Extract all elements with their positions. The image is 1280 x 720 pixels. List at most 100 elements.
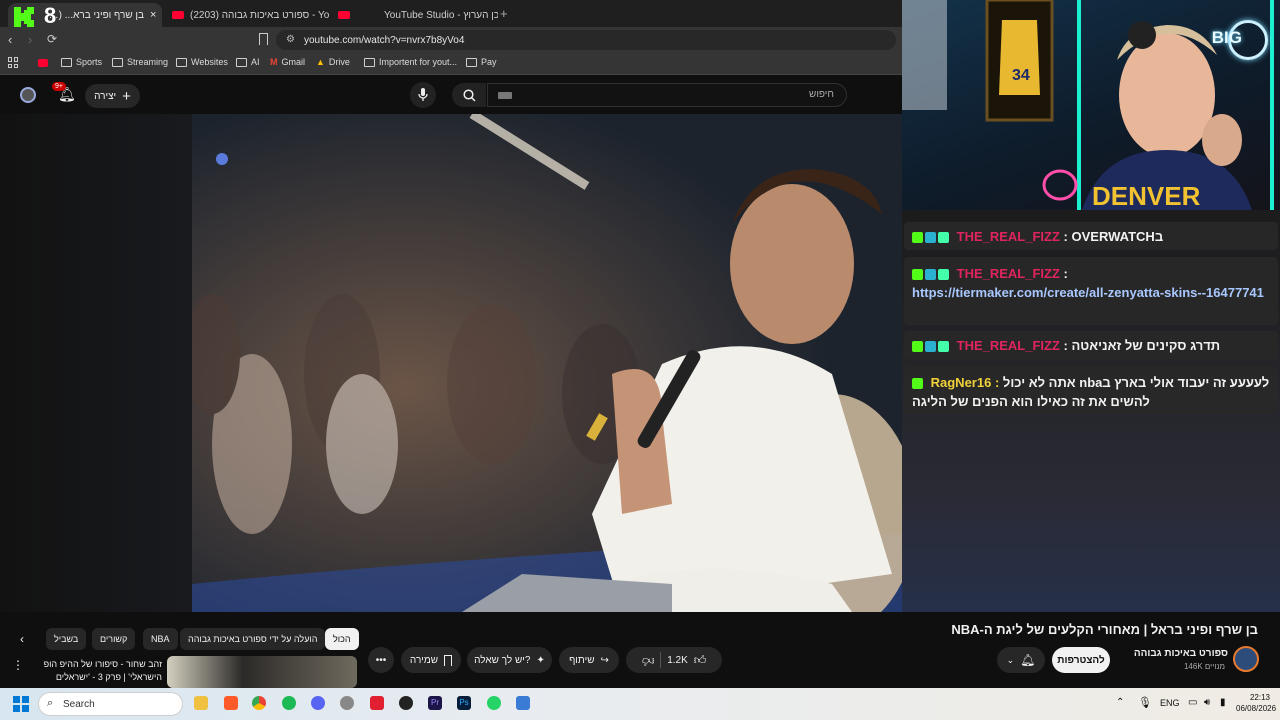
dislike-icon[interactable]: 👍︎ (642, 653, 655, 668)
chat-message: THE_REAL_FIZZ : תדרג סקינים של זאניאטה (904, 331, 1278, 359)
chat-username: THE_REAL_FIZZ (956, 338, 1060, 353)
volume-icon[interactable]: 🔊︎ (1204, 697, 1210, 708)
chip-nba[interactable]: NBA (143, 628, 178, 650)
subscribe-button[interactable]: להצטרפות (1052, 647, 1110, 673)
reload-icon[interactable]: ⟳ (47, 32, 57, 46)
notepad-icon[interactable] (516, 696, 530, 710)
tab-channel[interactable]: (2203) ספורט באיכות גבוהה - YouTube (172, 3, 332, 27)
bookmark-sports[interactable]: Sports (61, 57, 102, 67)
chip-related[interactable]: קשורים (92, 628, 136, 650)
chevron-down-icon: ⌄ (1006, 654, 1015, 665)
ask-question-button[interactable]: יש לך שאלה? ✦ (467, 647, 552, 673)
bookmark-websites[interactable]: Websites (176, 57, 228, 67)
apps-grid-icon[interactable] (8, 57, 19, 68)
whatsapp-icon[interactable] (487, 696, 501, 710)
taskbar-search-input[interactable]: ⌕ Search (38, 692, 183, 716)
youtube-favicon-icon (338, 11, 350, 19)
chip-all[interactable]: הכול (325, 628, 359, 650)
forward-icon[interactable]: › (28, 32, 32, 47)
sparkle-icon: ✦ (536, 654, 545, 666)
bookmark-icon (444, 654, 453, 666)
premiere-pro-icon[interactable]: Pr (428, 696, 442, 710)
new-tab-icon[interactable]: + (500, 6, 508, 21)
divider (660, 652, 662, 668)
gmail-icon: M (270, 57, 278, 67)
settings-gear-icon[interactable] (340, 696, 354, 710)
url-text: youtube.com/watch?v=nvrx7b8yVo4 (304, 34, 465, 46)
search-input[interactable]: חיפוש (487, 83, 847, 107)
save-button[interactable]: שמירה (401, 647, 461, 673)
suggested-more-icon[interactable]: ⋮ (12, 658, 24, 672)
clock-date: 06/08/2026 (1236, 704, 1277, 713)
chip-uploaded-by[interactable]: הועלה על ידי ספורט באיכות גבוהה (180, 628, 326, 650)
app-red-icon[interactable] (370, 696, 384, 710)
more-actions-icon[interactable]: ••• (368, 647, 394, 673)
chat-link[interactable]: https://tiermaker.com/create/all-zenyatt… (912, 285, 1264, 300)
youtube-bookmark-icon[interactable] (38, 59, 48, 67)
logo-number: 8 (44, 3, 57, 28)
file-explorer-icon[interactable] (194, 696, 208, 710)
language-indicator[interactable]: ENG (1160, 698, 1180, 708)
chat-badges (912, 269, 949, 281)
folder-icon (466, 57, 477, 67)
obs-icon[interactable] (399, 696, 413, 710)
battery-icon[interactable]: ▮ (1220, 697, 1226, 708)
bookmark-ai[interactable]: AI (236, 57, 260, 67)
clock[interactable]: 22:13 06/08/2026 (1236, 692, 1277, 714)
bookmark-streaming[interactable]: Streaming (112, 57, 168, 67)
tab-studio[interactable]: YouTube Studio - תוכן הערוץ (338, 3, 498, 27)
keyboard-icon[interactable] (498, 92, 512, 99)
share-button[interactable]: שיתוף ↪ (559, 647, 619, 673)
suggested-video-thumbnail[interactable] (167, 656, 357, 688)
photoshop-icon[interactable]: Ps (457, 696, 471, 710)
clock-time: 22:13 (1249, 693, 1270, 702)
search-icon (462, 88, 476, 102)
windows-start-icon[interactable] (13, 696, 29, 712)
chat-message: THE_REAL_FIZZ : https://tiermaker.com/cr… (904, 257, 1278, 325)
tab-title: בן שרף ופיני ברא... (2204) (44, 9, 144, 21)
back-icon[interactable]: ‹ (8, 32, 12, 47)
big-logo-text: BIG (1211, 28, 1242, 47)
chrome-icon[interactable] (252, 696, 266, 710)
bookmark-gmail[interactable]: M Gmail (270, 57, 305, 67)
address-bar-row: ‹ › ⟳ ⚙ youtube.com/watch?v=nvrx7b8yVo4 (0, 27, 902, 52)
like-count[interactable]: 1.2K (667, 655, 688, 666)
chip-for-you[interactable]: בשביל (46, 628, 87, 650)
chat-message: RagNer16 : אתה לא יכול nbaלעעעע זה יעבוד… (904, 366, 1278, 414)
video-player[interactable] (192, 114, 902, 612)
site-info-icon[interactable]: ⚙ (286, 34, 295, 45)
tab-title: (2203) ספורט באיכות גבוהה - YouTube (190, 9, 330, 21)
windows-taskbar: ⌕ Search Pr Ps ⌃ 🎙︎ ENG ▭ 🔊︎ ▮ 22:13 06/… (0, 688, 1280, 720)
channel-name[interactable]: ספורט באיכות גבוהה (1120, 648, 1228, 659)
chips-scroll-left-icon[interactable]: ‹ (20, 632, 24, 646)
chat-username: RagNer16 (930, 375, 992, 390)
tray-chevron-up-icon[interactable]: ⌃ (1116, 697, 1124, 708)
network-icon[interactable]: ▭ (1188, 697, 1197, 708)
create-button[interactable]: יצירה + (85, 84, 140, 108)
drive-icon: ▲ (316, 57, 325, 67)
subscriber-count: 146K מנויים (1183, 662, 1225, 671)
bookmark-drive[interactable]: ▲ Drive (316, 57, 350, 67)
like-icon[interactable]: 👍︎ (694, 653, 707, 668)
bookmark-important[interactable]: Importent for yout... (364, 57, 457, 67)
tab-title: YouTube Studio - תוכן הערוץ (384, 9, 498, 21)
channel-avatar[interactable] (1233, 646, 1259, 672)
spotify-icon[interactable] (282, 696, 296, 710)
close-tab-icon[interactable]: × (150, 9, 156, 21)
suggested-video-title[interactable]: זהב שחור - סיפורו של ההיפ הופ הישראלי' |… (26, 658, 162, 685)
voice-search-mic-icon[interactable] (410, 82, 436, 108)
stream-chat-overlay: THE_REAL_FIZZ : OVERWATCHב THE_REAL_FIZZ… (902, 218, 1280, 418)
video-title: בן שרף ופיני בראל | מאחורי הקלעים של ליג… (951, 622, 1258, 637)
bookmark-page-icon[interactable] (259, 33, 268, 45)
kick-logo-icon (12, 5, 36, 29)
discord-icon[interactable] (311, 696, 325, 710)
bookmark-pay[interactable]: Pay (466, 57, 497, 67)
chat-text: תדרג סקינים של זאניאטה (1071, 338, 1221, 353)
microphone-icon[interactable]: 🎙︎ (1138, 696, 1152, 709)
url-field[interactable]: ⚙ youtube.com/watch?v=nvrx7b8yVo4 (276, 30, 896, 50)
search-button[interactable] (452, 83, 486, 107)
brave-browser-icon[interactable] (224, 696, 238, 710)
account-avatar-icon[interactable] (20, 87, 36, 103)
subscription-bell-button[interactable]: ⌄ 🔔︎ (997, 647, 1045, 673)
bookmarks-bar: Sports Streaming Websites AI M Gmail ▲ Dri… (0, 52, 902, 75)
